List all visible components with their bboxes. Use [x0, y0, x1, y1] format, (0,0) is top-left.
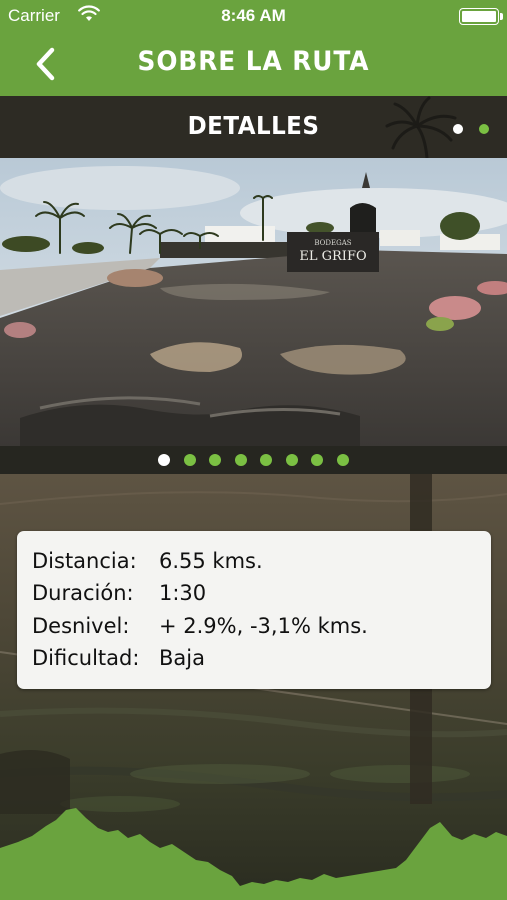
status-bar: Carrier 8:46 AM [0, 0, 507, 32]
distance-value: 6.55 kms. [159, 549, 263, 573]
gallery-page-indicator[interactable] [0, 446, 507, 474]
gallery-dot[interactable] [209, 454, 222, 466]
gallery-dot[interactable] [158, 454, 171, 466]
section-title: DETALLES [187, 111, 320, 140]
elevation-label: Desnivel: [32, 614, 130, 638]
battery-level [462, 11, 496, 22]
elevation-profile [0, 808, 507, 900]
header: Carrier 8:46 AM SOBRE LA RUTA [0, 0, 507, 96]
route-photo-illustration: BODEGAS EL GRIFO [0, 158, 507, 446]
difficulty-label: Dificultad: [32, 646, 140, 670]
difficulty-value: Baja [159, 646, 205, 670]
section-header: DETALLES [0, 96, 507, 158]
gallery-dot[interactable] [336, 454, 349, 466]
route-photo[interactable]: BODEGAS EL GRIFO [0, 158, 507, 446]
gallery-dot[interactable] [234, 454, 247, 466]
page-title: SOBRE LA RUTA [137, 46, 370, 77]
elevation-value: + 2.9%, -3,1% kms. [159, 614, 368, 638]
duration-label: Duración: [32, 581, 134, 605]
battery-icon [459, 8, 503, 25]
sign-text-main: EL GRIFO [299, 249, 366, 264]
distance-label: Distancia: [32, 549, 137, 573]
gallery-dot[interactable] [285, 454, 298, 466]
gallery-dot[interactable] [183, 454, 196, 466]
gallery-dot[interactable] [311, 454, 324, 466]
gallery-dot[interactable] [260, 454, 273, 466]
sign-text-top: BODEGAS [314, 239, 351, 247]
clock: 8:46 AM [221, 6, 286, 25]
route-details-card: Distancia: 6.55 kms. Duración: 1:30 Desn… [17, 531, 491, 689]
section-page-dot[interactable] [479, 124, 489, 134]
section-page-dot[interactable] [453, 124, 463, 134]
duration-value: 1:30 [159, 581, 207, 605]
